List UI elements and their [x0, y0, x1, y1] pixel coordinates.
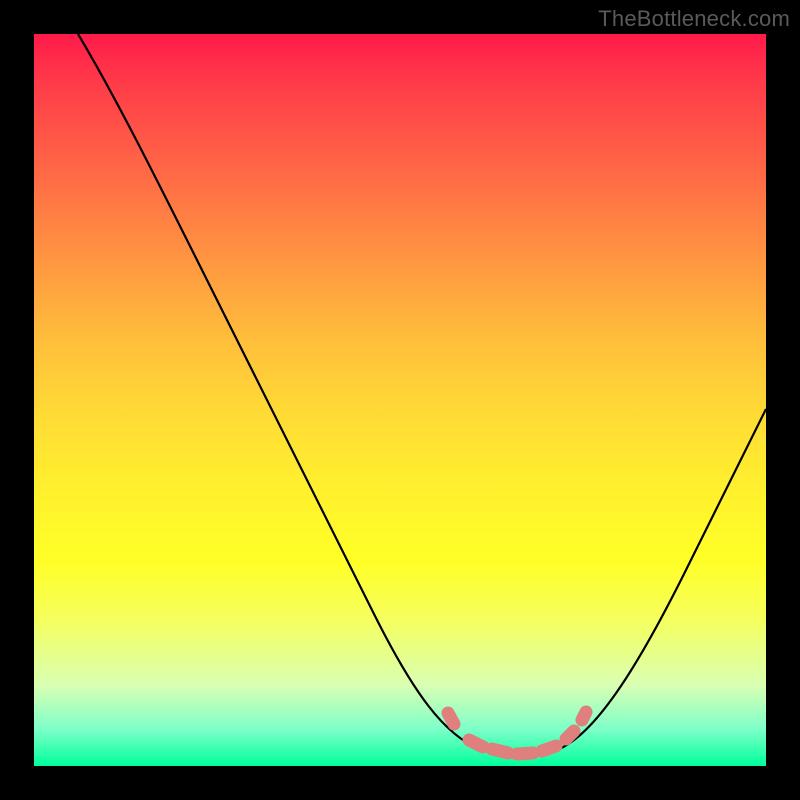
- optimal-zone-marker: [448, 712, 586, 754]
- plot-area: [34, 34, 766, 766]
- watermark-text: TheBottleneck.com: [598, 6, 790, 32]
- chart-svg: [34, 34, 766, 766]
- bottleneck-curve: [78, 34, 766, 754]
